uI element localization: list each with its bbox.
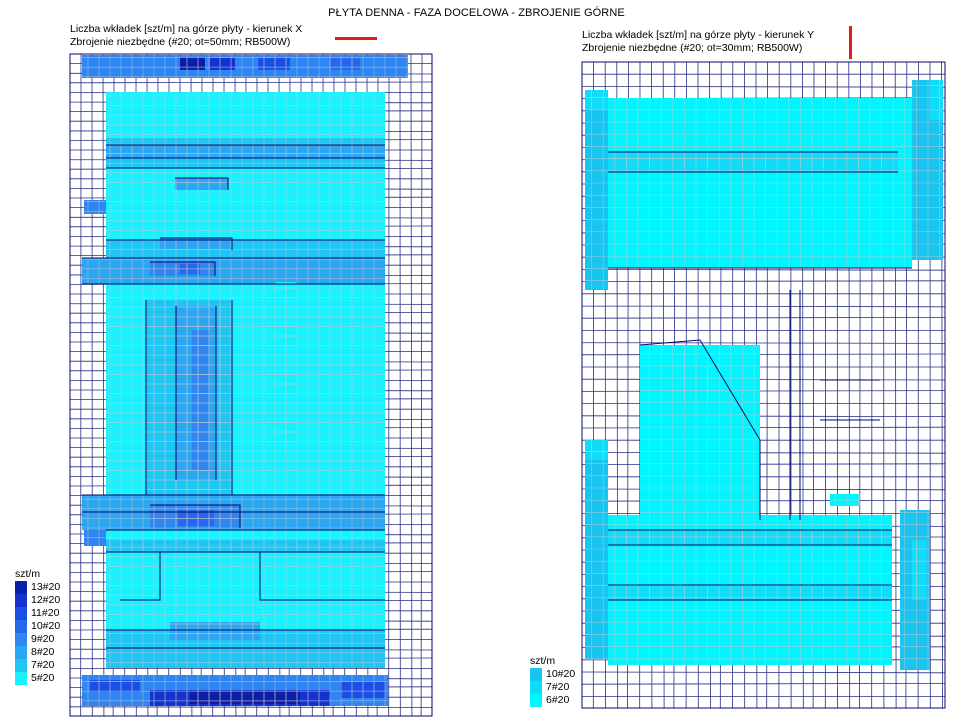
- legend-y-label-1: 7#20: [546, 681, 570, 693]
- legend-x-label-1: 12#20: [31, 594, 61, 606]
- reinforcement-zone-fill: [84, 530, 106, 546]
- reinforcement-zone-fill: [170, 622, 260, 640]
- legend-x-label-0: 13#20: [31, 581, 61, 593]
- reinforcement-zone-fill: [106, 240, 385, 258]
- legend-x-unit: szt/m: [15, 568, 41, 580]
- reinforcement-zone-fill: [585, 440, 608, 660]
- legend-x-label-6: 7#20: [31, 659, 55, 671]
- legend-x-label-2: 11#20: [31, 607, 60, 619]
- reinforcement-zone-fill: [258, 58, 290, 70]
- legend-y-label-2: 6#20: [546, 694, 570, 706]
- legend-x-label-7: 5#20: [31, 672, 55, 684]
- reinforcement-zone-fill: [330, 58, 360, 70]
- reinforcement-zone-fill: [930, 80, 943, 120]
- legend-x-item-1: 12#20: [15, 594, 60, 607]
- legend-x-item-3: 10#20: [15, 620, 60, 633]
- legend-x-swatch-3: [15, 620, 27, 633]
- reinforcement-zone-fill: [82, 258, 385, 284]
- legend-y-swatch-1: [530, 681, 542, 694]
- reinforcement-zone-fill: [608, 152, 898, 172]
- legend-x-item-4: 9#20: [15, 633, 60, 646]
- reinforcement-zone-fill: [84, 200, 106, 214]
- legend-x-label-4: 9#20: [31, 633, 55, 645]
- legend-x-label-5: 8#20: [31, 646, 55, 658]
- legend-x-item-7: 5#20: [15, 672, 60, 685]
- reinforcement-zone-fill: [106, 145, 385, 158]
- legend-direction-y: szt/m 10#20 7#20 6#20: [530, 655, 575, 707]
- legend-direction-x: szt/m 13#20 12#20 11#20 10#20 9#20 8#20 …: [15, 568, 60, 685]
- legend-x-label-3: 10#20: [31, 620, 61, 632]
- legend-x-swatch-6: [15, 659, 27, 672]
- legend-x-swatch-7: [15, 672, 27, 685]
- legend-y-unit: szt/m: [530, 655, 556, 667]
- reinforcement-zone-fill: [106, 540, 385, 552]
- reinforcement-zone-fill: [676, 348, 700, 358]
- legend-x-item-2: 11#20: [15, 607, 60, 620]
- legend-x-item-0: 13#20: [15, 581, 60, 594]
- reinforcement-zone-fill: [608, 530, 892, 545]
- legend-y-label-0: 10#20: [546, 668, 576, 680]
- legend-y-swatch-0: [530, 668, 542, 681]
- legend-x-swatch-2: [15, 607, 27, 620]
- reinforcement-zone-fill: [180, 57, 205, 70]
- fem-mesh-drawing: [69, 53, 946, 717]
- reinforcement-zone-fill: [585, 90, 608, 290]
- reinforcement-zone-fill: [585, 90, 608, 110]
- reinforcement-zone-fill: [585, 440, 608, 460]
- legend-x-swatch-0: [15, 581, 27, 594]
- legend-x-item-6: 7#20: [15, 659, 60, 672]
- legend-x-swatch-4: [15, 633, 27, 646]
- plate-y: [581, 61, 946, 709]
- plate-x-zones-top: [82, 55, 408, 706]
- reinforcement-zone-fill: [192, 330, 210, 470]
- plate-x: [69, 53, 433, 717]
- legend-y-item-0: 10#20: [530, 668, 575, 681]
- legend-x-swatch-5: [15, 646, 27, 659]
- legend-y-swatch-2: [530, 694, 542, 707]
- legend-y-item-2: 6#20: [530, 694, 575, 707]
- legend-y-item-1: 7#20: [530, 681, 575, 694]
- legend-x-swatch-1: [15, 594, 27, 607]
- reinforcement-zone-fill: [106, 168, 385, 240]
- legend-x-item-5: 8#20: [15, 646, 60, 659]
- reinforcement-zone-fill: [190, 692, 300, 704]
- reinforcement-zone-fill: [340, 682, 385, 698]
